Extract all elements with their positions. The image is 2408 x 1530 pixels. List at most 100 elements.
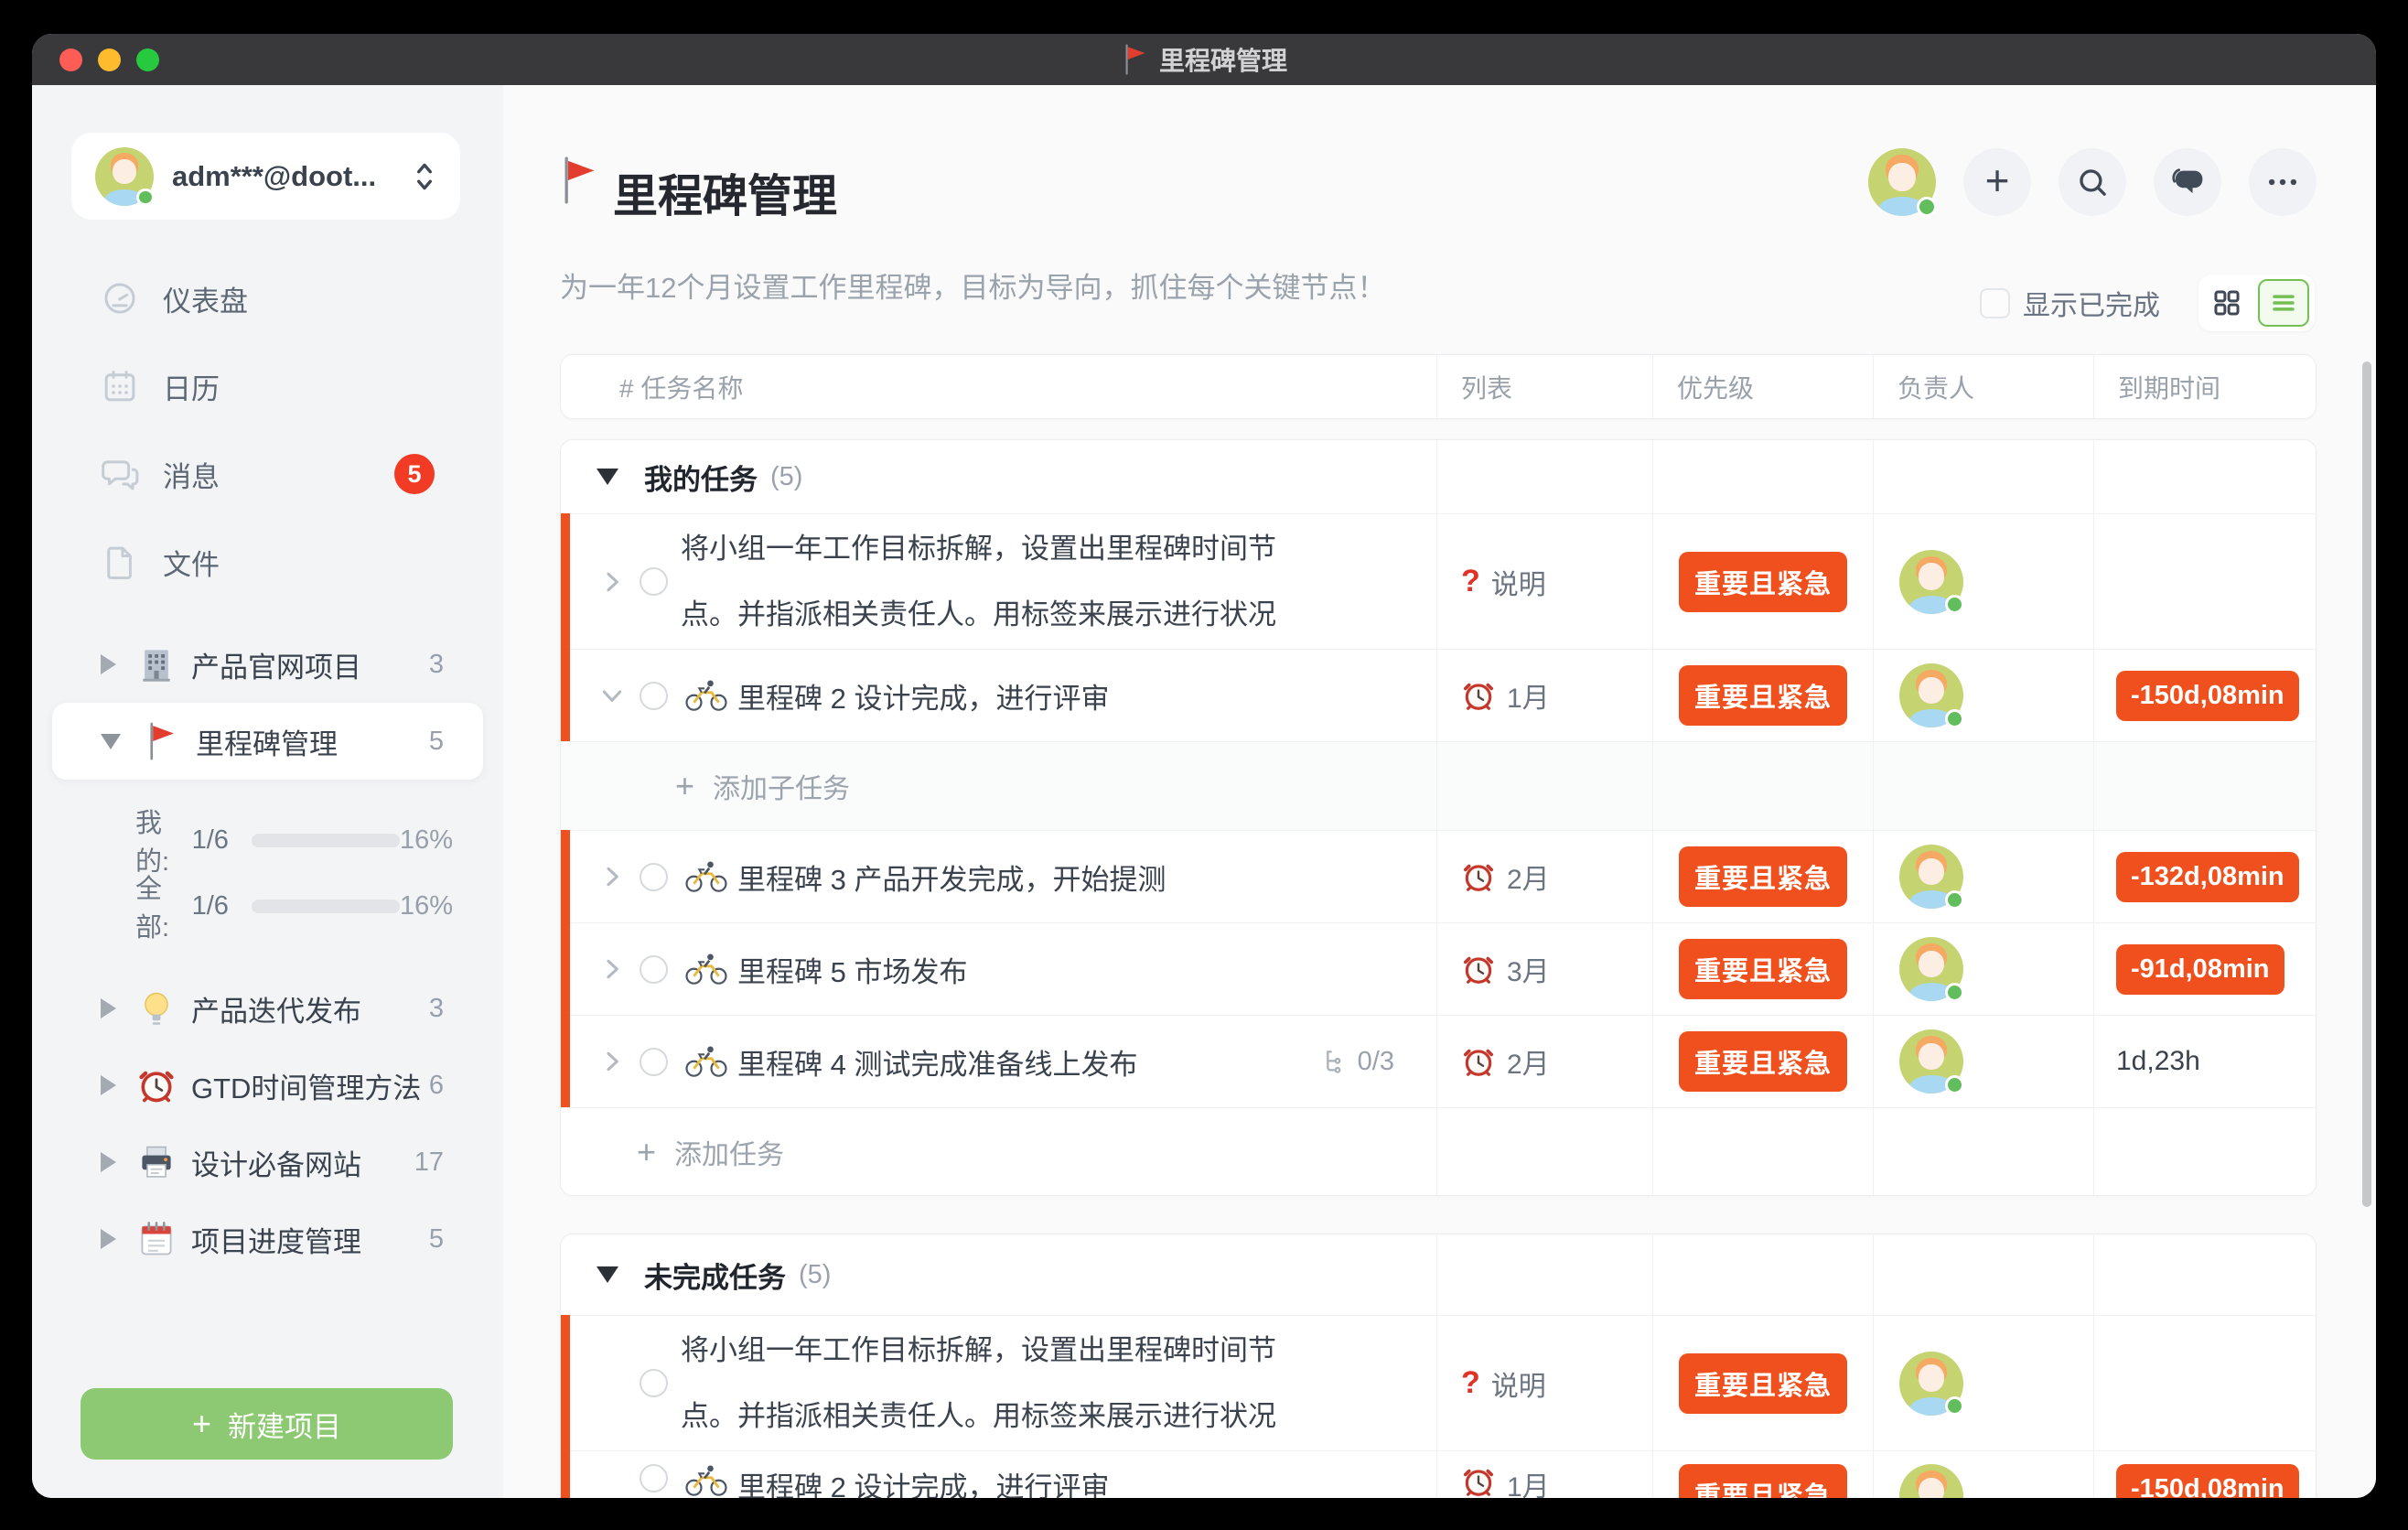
close-window-button[interactable] (59, 48, 82, 71)
tree-icon (1319, 1047, 1349, 1076)
column-header-due[interactable]: 到期时间 (2094, 355, 2316, 418)
chevron-right-icon[interactable] (597, 862, 627, 891)
sidebar-item-dashboard[interactable]: 仪表盘 (32, 254, 503, 342)
add-label-cell[interactable]: +添加子任务 (561, 742, 1437, 830)
list-view-button-active[interactable] (2258, 279, 2309, 327)
group-header-cell: 未完成任务(5) (561, 1234, 1437, 1315)
task-complete-radio[interactable] (640, 1464, 668, 1492)
chat-button[interactable] (2154, 148, 2221, 216)
task-priority-cell: 重要且紧急 (1653, 1316, 1874, 1450)
task-complete-radio[interactable] (640, 1048, 668, 1076)
task-complete-radio[interactable] (640, 863, 668, 891)
priority-badge: 重要且紧急 (1679, 552, 1847, 612)
online-status-dot (1945, 983, 1964, 1002)
caret-down-icon[interactable] (597, 469, 618, 485)
sidebar-item-messages[interactable]: 消息 5 (32, 430, 503, 518)
new-project-label: 新建项目 (228, 1404, 341, 1445)
group-header-cell (1653, 440, 1874, 513)
zoom-window-button[interactable] (136, 48, 159, 71)
window-controls (59, 34, 159, 85)
caret-right-icon[interactable] (101, 654, 116, 674)
vertical-scrollbar[interactable] (2362, 361, 2371, 1207)
minimize-window-button[interactable] (98, 48, 121, 71)
chevron-right-icon[interactable] (597, 954, 627, 984)
task-row[interactable]: 里程碑 4 测试完成准备线上发布0/32月重要且紧急1d,23h (561, 1015, 2316, 1107)
add-member-button[interactable]: + (1963, 148, 2031, 216)
project-item-2[interactable]: 产品迭代发布 3 (32, 970, 503, 1047)
priority-badge: 重要且紧急 (1679, 846, 1847, 907)
task-name-cell: 将小组一年工作目标拆解，设置出里程碑时间节点。并指派相关责任人。用标签来展示进行… (561, 1316, 1437, 1450)
caret-down-icon[interactable] (597, 1266, 618, 1283)
task-row[interactable]: 里程碑 5 市场发布3月重要且紧急-91d,08min (561, 922, 2316, 1015)
screen: 里程碑管理 adm***@doot... 仪表盘 (0, 0, 2408, 1530)
bulb-icon (136, 988, 177, 1029)
calendar-pad-icon (136, 1219, 177, 1259)
search-icon (2075, 165, 2110, 199)
task-name: 里程碑 2 设计完成，进行评审 (737, 1464, 1109, 1498)
task-complete-radio[interactable] (640, 567, 668, 596)
plus-icon: + (637, 1133, 656, 1171)
online-status-dot (1945, 1396, 1964, 1416)
task-row[interactable]: 里程碑 2 设计完成，进行评审1月重要且紧急-150d,08min (561, 1450, 2316, 1498)
current-user-avatar-button[interactable] (1868, 148, 1936, 216)
task-complete-radio[interactable] (640, 682, 668, 710)
user-email: adm***@doot... (172, 160, 394, 193)
ellipsis-icon (2265, 165, 2300, 199)
task-row[interactable]: 将小组一年工作目标拆解，设置出里程碑时间节点。并指派相关责任人。用标签来展示进行… (561, 513, 2316, 649)
caret-right-icon[interactable] (101, 1152, 116, 1172)
caret-right-icon[interactable] (101, 998, 116, 1018)
project-task-count: 3 (429, 994, 444, 1024)
caret-down-icon[interactable] (101, 734, 121, 749)
show-completed-checkbox[interactable] (1980, 288, 2010, 318)
chevron-right-icon[interactable] (597, 1047, 627, 1076)
due-badge: -132d,08min (2116, 852, 2299, 902)
bike-icon (681, 679, 732, 712)
chevron-down-icon[interactable] (597, 681, 627, 710)
task-list-cell: 2月 (1437, 1016, 1653, 1107)
new-project-button[interactable]: + 新建项目 (81, 1388, 453, 1460)
task-priority-cell: 重要且紧急 (1653, 650, 1874, 741)
task-priority-cell: 重要且紧急 (1653, 1016, 1874, 1107)
sidebar-item-files[interactable]: 文件 (32, 518, 503, 606)
task-complete-radio[interactable] (640, 955, 668, 984)
project-task-count: 3 (429, 650, 444, 680)
sidebar-item-calendar[interactable]: 日历 (32, 342, 503, 430)
bike-icon (681, 1045, 732, 1078)
window-title-text: 里程碑管理 (1159, 41, 1287, 78)
column-header-assignee[interactable]: 负责人 (1874, 355, 2094, 418)
group-header-row[interactable]: 未完成任务(5) (561, 1234, 2316, 1315)
group-header-cell (2094, 440, 2316, 513)
project-item-3[interactable]: GTD时间管理方法 6 (32, 1047, 503, 1124)
more-options-button[interactable] (2249, 148, 2317, 216)
column-header-list[interactable]: 列表 (1437, 355, 1653, 418)
project-task-count: 5 (429, 727, 444, 757)
grid-view-icon[interactable] (2211, 287, 2242, 318)
project-item-0[interactable]: 产品官网项目 3 (32, 626, 503, 703)
chevron-right-icon[interactable] (597, 567, 627, 597)
task-name: 里程碑 4 测试完成准备线上发布 (737, 1041, 1137, 1083)
question-icon: ? (1461, 1365, 1480, 1401)
search-button[interactable] (2059, 148, 2126, 216)
online-status-dot (1917, 197, 1937, 217)
column-header-task-name[interactable]: # 任务名称 (561, 355, 1437, 418)
task-complete-radio[interactable] (640, 1369, 668, 1397)
group-header-row[interactable]: 我的任务(5) (561, 440, 2316, 513)
caret-right-icon[interactable] (101, 1075, 116, 1095)
add-task-row[interactable]: + 添加任务 (561, 1107, 2316, 1195)
add-subtask-row[interactable]: +添加子任务 (561, 741, 2316, 830)
add-task-label: 添加任务 (674, 1132, 784, 1172)
task-row[interactable]: 将小组一年工作目标拆解，设置出里程碑时间节点。并指派相关责任人。用标签来展示进行… (561, 1315, 2316, 1450)
task-name: 将小组一年工作目标拆解，设置出里程碑时间节点。并指派相关责任人。用标签来展示进行… (681, 516, 1436, 648)
project-item-4[interactable]: 设计必备网站 17 (32, 1124, 503, 1201)
task-row[interactable]: 里程碑 3 产品开发完成，开始提测2月重要且紧急-132d,08min (561, 830, 2316, 922)
chevron-up-down-icon (413, 158, 436, 195)
add-label-cell[interactable]: + 添加任务 (561, 1108, 1437, 1195)
column-header-priority[interactable]: 优先级 (1653, 355, 1874, 418)
project-item-5[interactable]: 项目进度管理 5 (32, 1201, 503, 1277)
project-item-selected[interactable]: 里程碑管理 5 (52, 703, 483, 780)
caret-right-icon[interactable] (101, 1229, 116, 1249)
task-row[interactable]: 里程碑 2 设计完成，进行评审1月重要且紧急-150d,08min (561, 649, 2316, 741)
task-name-cell: 里程碑 2 设计完成，进行评审 (561, 1451, 1437, 1498)
user-account-dropdown[interactable]: adm***@doot... (71, 133, 460, 220)
alarm-clock-icon (1461, 859, 1496, 894)
